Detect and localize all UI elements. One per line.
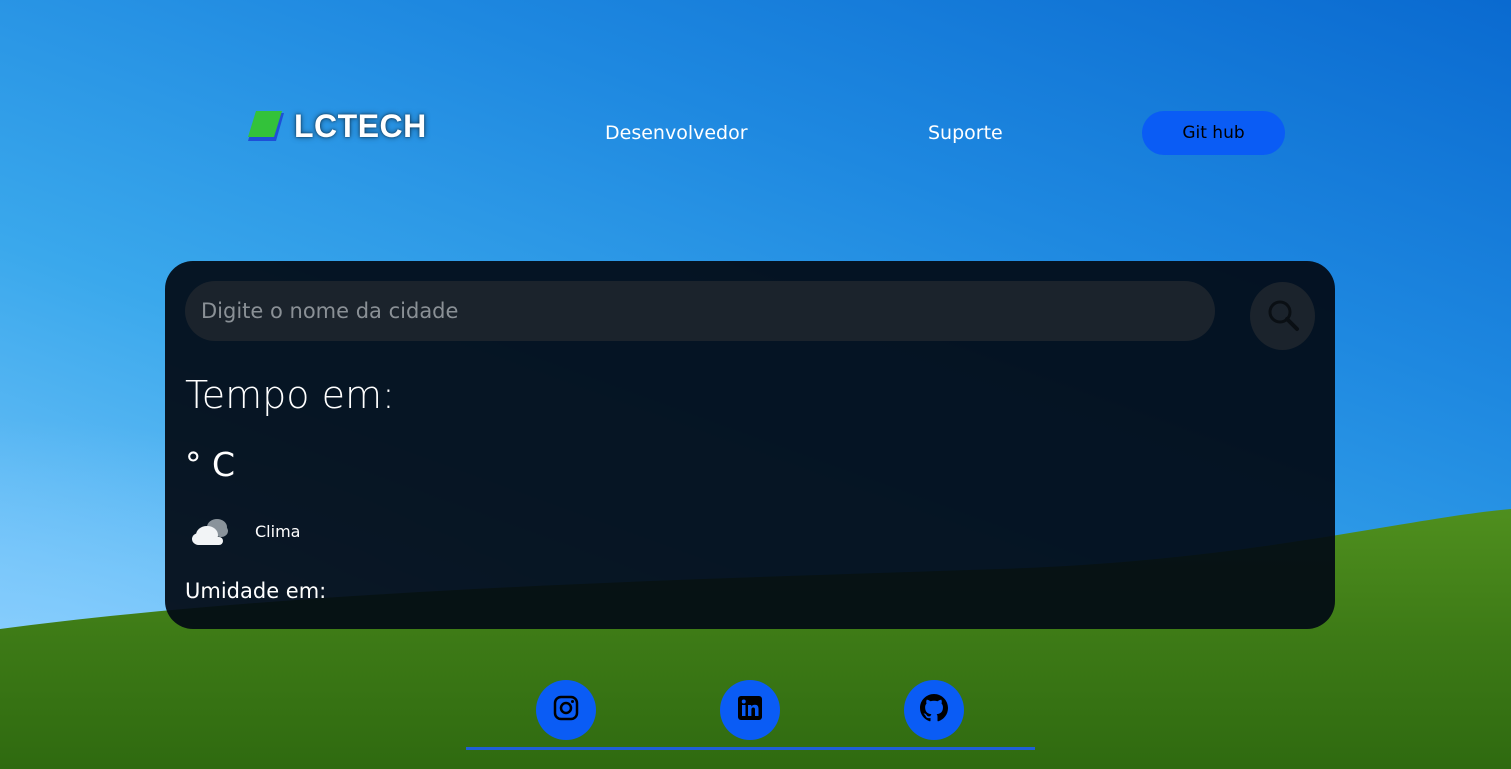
nav-support[interactable]: Suporte [928, 122, 1003, 144]
cloud-icon [191, 513, 231, 549]
github-icon [920, 694, 948, 726]
weather-condition: Clima [191, 513, 300, 549]
logo[interactable]: LCTECH [246, 108, 427, 145]
logo-text: LCTECH [294, 108, 427, 144]
city-title: Tempo em: [185, 373, 395, 417]
search-icon [1266, 298, 1300, 335]
city-search-input[interactable] [185, 281, 1215, 341]
header: LCTECH Desenvolvedor Suporte Git hub [0, 0, 1511, 155]
humidity: Umidade em: [185, 579, 327, 603]
footer-divider [466, 747, 1035, 750]
linkedin-link[interactable] [720, 680, 780, 740]
linkedin-icon [737, 695, 763, 725]
temperature: ° C [185, 445, 236, 484]
github-button[interactable]: Git hub [1142, 111, 1285, 155]
github-link[interactable] [904, 680, 964, 740]
weather-card: Tempo em: ° C Clima Umidade em: [165, 261, 1335, 629]
instagram-icon [553, 695, 579, 725]
logo-icon [246, 109, 286, 145]
search-button[interactable] [1250, 282, 1315, 350]
instagram-link[interactable] [536, 680, 596, 740]
weather-description: Clima [255, 521, 301, 541]
nav-developer[interactable]: Desenvolvedor [605, 122, 748, 144]
